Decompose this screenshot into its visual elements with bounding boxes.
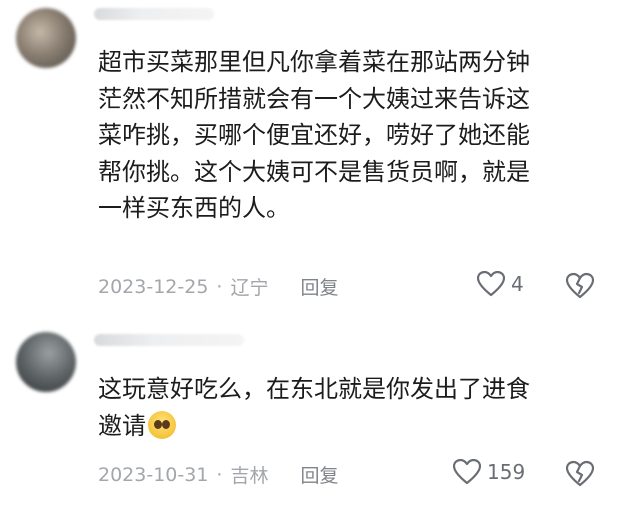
comment-line-text: 邀请 bbox=[98, 411, 146, 440]
like-button[interactable]: 4 bbox=[477, 271, 524, 297]
comment-location: 辽宁 bbox=[230, 277, 269, 299]
comment-line: 帮你挑。这个大姨可不是售货员啊，就是 bbox=[98, 157, 530, 186]
meta-separator: · bbox=[216, 463, 223, 486]
username-blurred[interactable] bbox=[94, 334, 244, 346]
pleading-face-emoji-icon bbox=[148, 410, 176, 439]
heart-outline-icon bbox=[477, 271, 505, 297]
reply-button[interactable]: 回复 bbox=[300, 461, 338, 488]
comment-item: 这玩意好吃么，在东北就是你发出了进食 邀请 2023-10-31 · 吉林 回复… bbox=[0, 312, 624, 511]
like-button[interactable]: 159 bbox=[453, 459, 525, 485]
comment-date: 2023-12-25 bbox=[98, 275, 209, 298]
username-blurred[interactable] bbox=[94, 8, 214, 20]
comment-line: 超市买菜那里但凡你拿着菜在那站两分钟 bbox=[98, 48, 530, 76]
comment-line: 一样买东西的人。 bbox=[98, 194, 290, 222]
comment-line: 这玩意好吃么，在东北就是你发出了进食 bbox=[98, 375, 530, 403]
like-count: 159 bbox=[487, 460, 526, 484]
avatar[interactable] bbox=[16, 332, 76, 392]
comment-meta: 2023-12-25 · 辽宁 回复 bbox=[98, 273, 339, 300]
comment-text: 超市买菜那里但凡你拿着菜在那站两分钟 茫然不知所措就会有一个大姨过来告诉这 菜咋… bbox=[98, 44, 608, 227]
comment-meta: 2023-10-31 · 吉林 回复 bbox=[98, 461, 339, 488]
comment-line: 茫然不知所措就会有一个大姨过来告诉这 bbox=[98, 84, 530, 113]
comment-line: 菜咋挑，买哪个便宜还好，唠好了她还能 bbox=[98, 121, 530, 149]
like-count: 4 bbox=[511, 272, 524, 296]
meta-separator: · bbox=[216, 275, 223, 298]
heart-outline-icon bbox=[453, 459, 481, 485]
broken-heart-icon[interactable] bbox=[566, 460, 594, 488]
comment-text: 这玩意好吃么，在东北就是你发出了进食 邀请 bbox=[98, 371, 608, 444]
reply-button[interactable]: 回复 bbox=[300, 273, 338, 300]
comment-item: 超市买菜那里但凡你拿着菜在那站两分钟 茫然不知所措就会有一个大姨过来告诉这 菜咋… bbox=[0, 0, 624, 312]
comment-location: 吉林 bbox=[230, 465, 269, 487]
comment-date: 2023-10-31 bbox=[98, 463, 209, 486]
avatar[interactable] bbox=[16, 8, 76, 68]
comment-line: 邀请 bbox=[98, 408, 608, 445]
broken-heart-icon[interactable] bbox=[566, 272, 594, 300]
